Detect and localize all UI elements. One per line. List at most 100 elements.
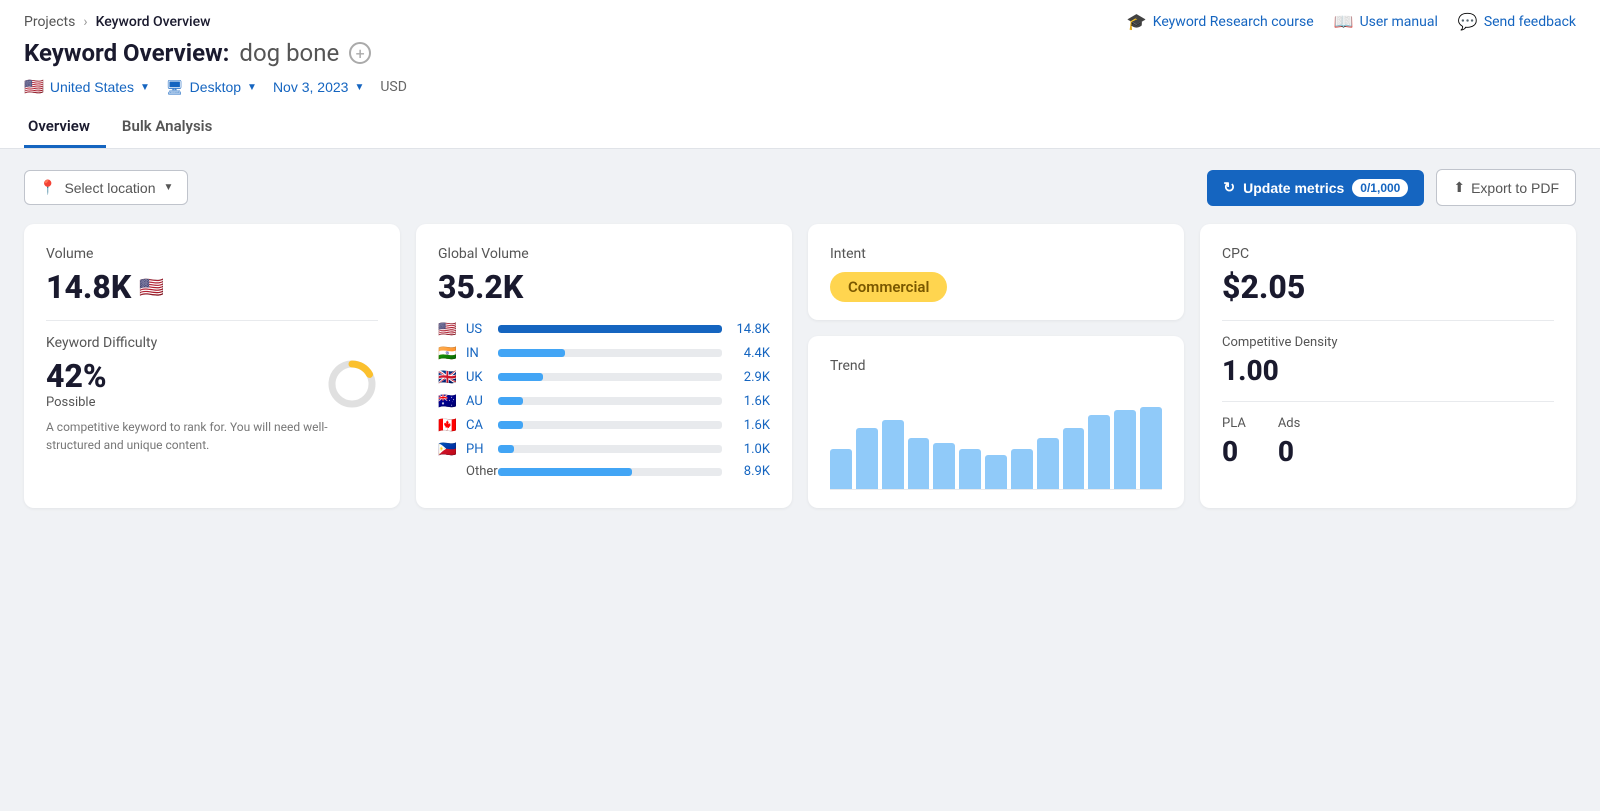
in-bar-fill: [498, 349, 565, 357]
upload-icon: ⬆: [1453, 179, 1465, 196]
au-bar-fill: [498, 397, 523, 405]
ads-label: Ads: [1278, 416, 1301, 431]
trend-label: Trend: [830, 358, 1162, 374]
cpc-value: $2.05: [1222, 268, 1554, 306]
device-filter-btn[interactable]: 🖥 Desktop ▼: [166, 79, 257, 96]
other-bar-fill: [498, 468, 632, 476]
add-keyword-icon[interactable]: +: [349, 42, 371, 64]
export-pdf-label: Export to PDF: [1471, 180, 1559, 196]
kd-label: Keyword Difficulty: [46, 335, 378, 351]
location-label: United States: [50, 79, 134, 95]
desktop-icon: 🖥: [166, 79, 184, 96]
update-metrics-label: Update metrics: [1243, 180, 1344, 196]
kd-description: A competitive keyword to rank for. You w…: [46, 418, 378, 454]
page-title-row: Keyword Overview: dog bone +: [24, 39, 1576, 67]
uk-flag-icon: 🇬🇧: [438, 368, 458, 386]
uk-val: 2.9K: [730, 370, 770, 385]
trend-chart: [830, 380, 1162, 490]
country-row-uk: 🇬🇧 UK 2.9K: [438, 368, 770, 386]
divider: [46, 320, 378, 321]
au-code: AU: [466, 394, 490, 409]
breadcrumb-current: Keyword Overview: [96, 14, 211, 30]
header-links: 🎓 Keyword Research course 📖 User manual …: [1127, 12, 1576, 31]
ph-bar-track: [498, 445, 722, 453]
volume-label: Volume: [46, 246, 378, 262]
device-label: Desktop: [190, 79, 241, 95]
select-location-btn[interactable]: 📍 Select location ▼: [24, 170, 188, 205]
trend-bar-7: [985, 455, 1007, 489]
au-bar-track: [498, 397, 722, 405]
other-bar-track: [498, 468, 722, 476]
update-metrics-count: 0/1,000: [1352, 179, 1408, 197]
cpc-card: CPC $2.05 Competitive Density 1.00 PLA 0…: [1200, 224, 1576, 508]
us-bar-fill: [498, 325, 722, 333]
gv-value: 35.2K: [438, 268, 770, 306]
chat-icon: 💬: [1458, 12, 1478, 31]
trend-bar-4: [908, 438, 930, 489]
ads-item: Ads 0: [1278, 416, 1301, 468]
cd-label: Competitive Density: [1222, 335, 1554, 350]
cpc-divider: [1222, 320, 1554, 321]
graduation-cap-icon: 🎓: [1127, 12, 1147, 31]
select-location-label: Select location: [64, 180, 155, 196]
tab-bulk-analysis[interactable]: Bulk Analysis: [118, 109, 228, 148]
cd-divider: [1222, 401, 1554, 402]
location-filter-btn[interactable]: 🇺🇸 United States ▼: [24, 77, 150, 97]
country-row-us: 🇺🇸 US 14.8K: [438, 320, 770, 338]
us-bar-track: [498, 325, 722, 333]
volume-kd-card: Volume 14.8K 🇺🇸 Keyword Difficulty 42% P…: [24, 224, 400, 508]
other-code: Other: [466, 464, 490, 479]
uk-code: UK: [466, 370, 490, 385]
location-chevron-icon: ▼: [140, 82, 150, 93]
ph-code: PH: [466, 442, 490, 457]
keyword-course-label: Keyword Research course: [1153, 14, 1314, 30]
toolbar-right: ↻ Update metrics 0/1,000 ⬆ Export to PDF: [1207, 169, 1576, 206]
volume-value: 14.8K 🇺🇸: [46, 268, 378, 306]
user-manual-link[interactable]: 📖 User manual: [1334, 12, 1438, 31]
tabs-row: Overview Bulk Analysis: [24, 109, 1576, 148]
cd-value: 1.00: [1222, 354, 1554, 387]
trend-bar-9: [1037, 438, 1059, 489]
page-title-prefix: Keyword Overview:: [24, 39, 229, 67]
intent-trend-col: Intent Commercial Trend: [808, 224, 1184, 508]
ca-flag-icon: 🇨🇦: [438, 416, 458, 434]
trend-bar-3: [882, 420, 904, 489]
ph-flag-icon: 🇵🇭: [438, 440, 458, 458]
page-wrapper: Projects › Keyword Overview 🎓 Keyword Re…: [0, 0, 1600, 811]
keyword-research-course-link[interactable]: 🎓 Keyword Research course: [1127, 12, 1314, 31]
top-bar: Projects › Keyword Overview 🎓 Keyword Re…: [24, 12, 1576, 31]
uk-bar-track: [498, 373, 722, 381]
update-metrics-btn[interactable]: ↻ Update metrics 0/1,000: [1207, 170, 1424, 206]
us-flag: 🇺🇸: [24, 77, 44, 97]
breadcrumb-projects[interactable]: Projects: [24, 14, 75, 30]
date-chevron-icon: ▼: [354, 82, 364, 93]
country-rows: 🇺🇸 US 14.8K 🇮🇳 IN 4.4K: [438, 320, 770, 479]
trend-bar-6: [959, 449, 981, 489]
uk-bar-fill: [498, 373, 543, 381]
in-flag-icon: 🇮🇳: [438, 344, 458, 362]
tab-overview[interactable]: Overview: [24, 109, 106, 148]
country-row-ca: 🇨🇦 CA 1.6K: [438, 416, 770, 434]
date-filter-btn[interactable]: Nov 3, 2023 ▼: [273, 79, 364, 95]
breadcrumb: Projects › Keyword Overview: [24, 14, 211, 30]
location-pin-icon: 📍: [39, 179, 56, 196]
export-pdf-btn[interactable]: ⬆ Export to PDF: [1436, 169, 1576, 206]
us-val: 14.8K: [730, 322, 770, 337]
cards-grid: Volume 14.8K 🇺🇸 Keyword Difficulty 42% P…: [24, 224, 1576, 508]
pla-label: PLA: [1222, 416, 1246, 431]
global-volume-card: Global Volume 35.2K 🇺🇸 US 14.8K 🇮🇳 IN: [416, 224, 792, 508]
intent-card: Intent Commercial: [808, 224, 1184, 320]
au-val: 1.6K: [730, 394, 770, 409]
trend-bar-8: [1011, 449, 1033, 489]
intent-badge: Commercial: [830, 272, 947, 302]
trend-bar-13: [1140, 407, 1162, 489]
device-chevron-icon: ▼: [247, 82, 257, 93]
send-feedback-link[interactable]: 💬 Send feedback: [1458, 12, 1576, 31]
kd-text-block: 42% Possible: [46, 357, 312, 410]
cpc-label: CPC: [1222, 246, 1554, 262]
ph-val: 1.0K: [730, 442, 770, 457]
select-location-chevron-icon: ▼: [164, 182, 174, 193]
kd-percent: 42%: [46, 357, 312, 395]
ca-bar-fill: [498, 421, 523, 429]
ads-value: 0: [1278, 435, 1301, 468]
